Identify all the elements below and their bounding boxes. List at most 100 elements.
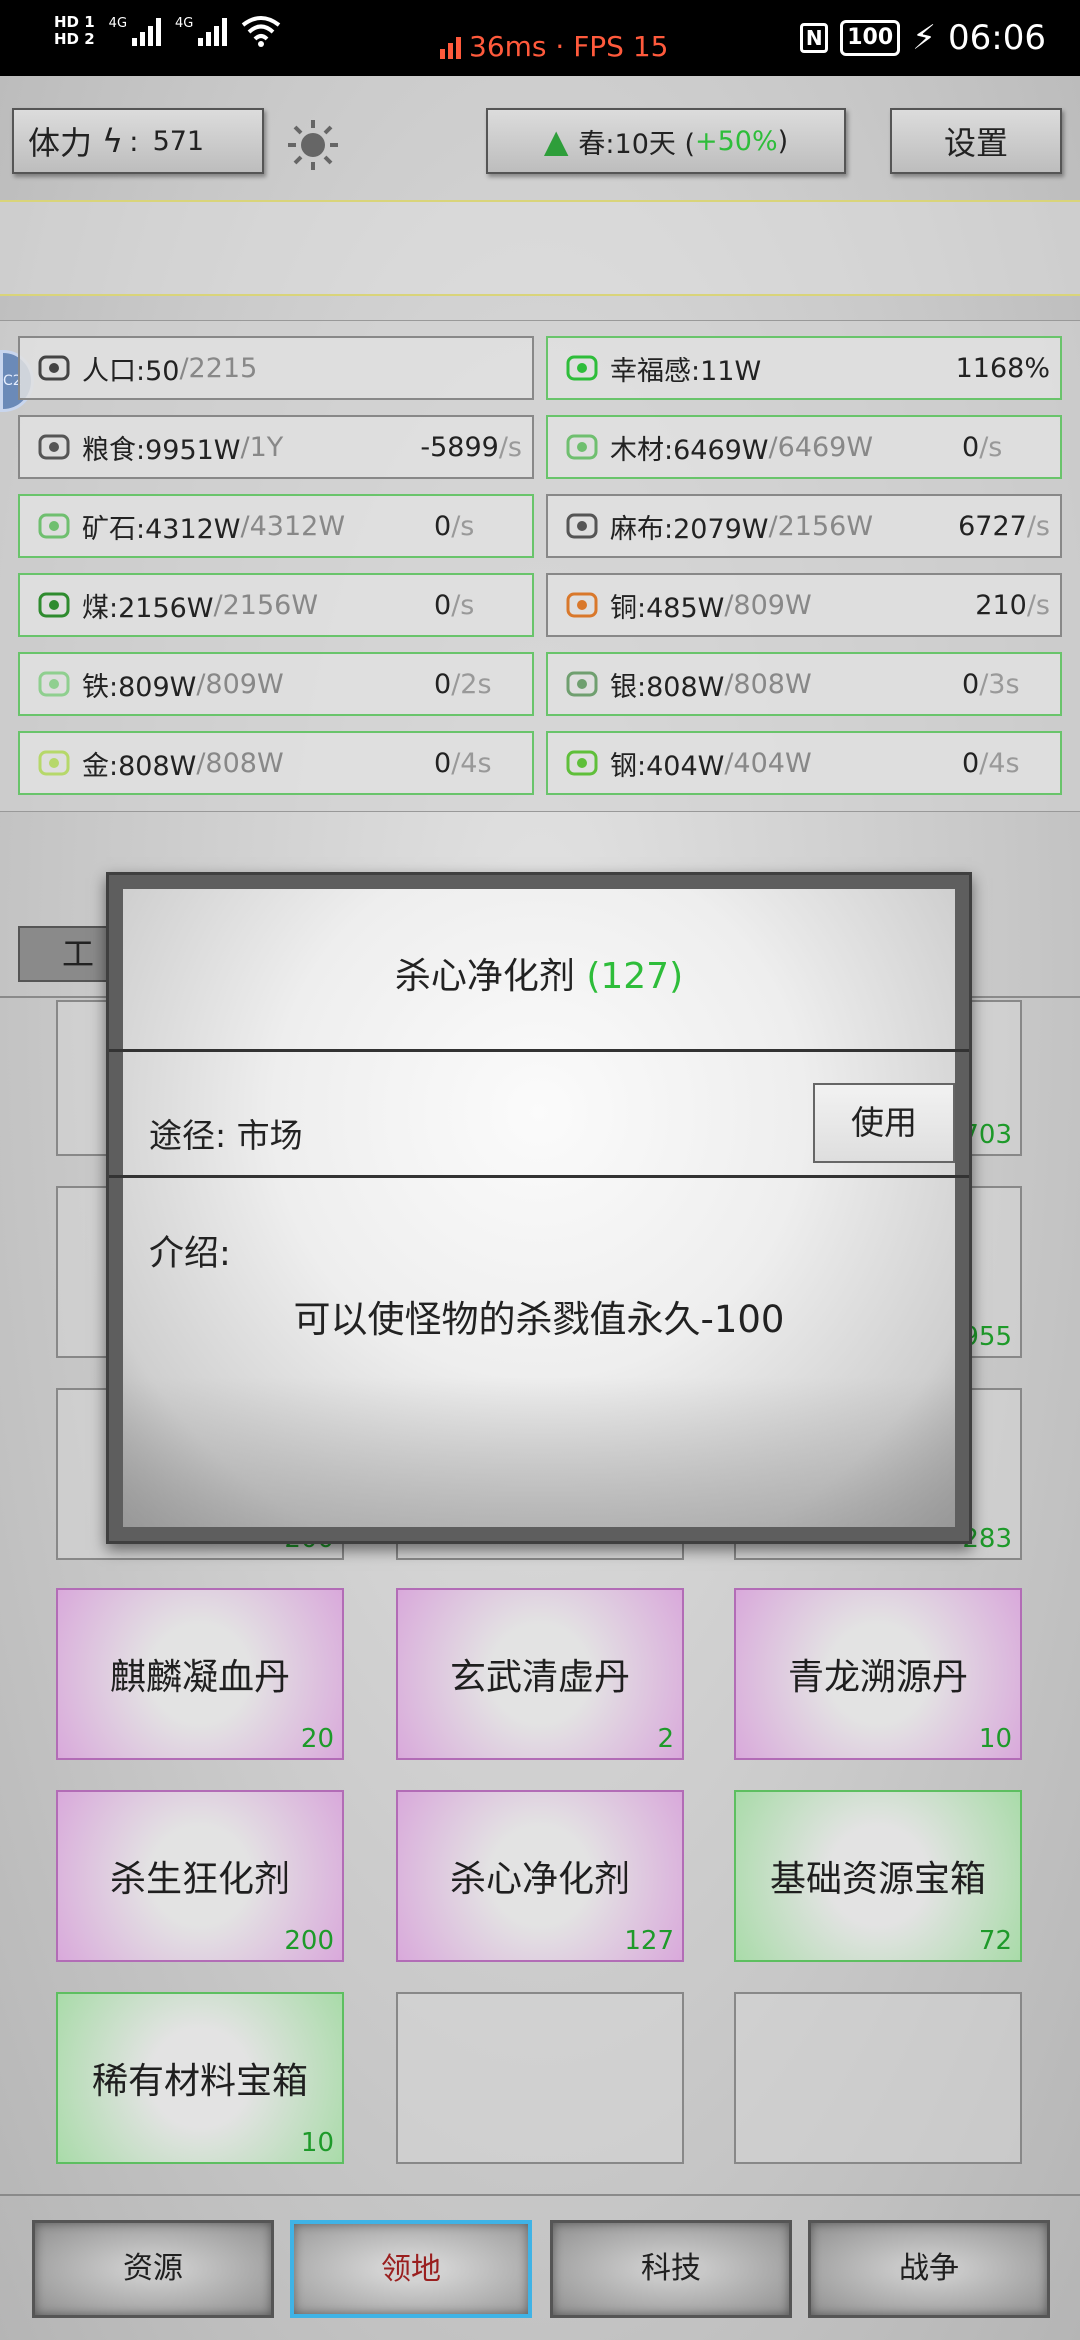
item-name: 杀心净化剂 — [449, 1859, 630, 1900]
item-count: 10 — [300, 2128, 334, 2158]
resource-capacity: /2215 — [179, 352, 258, 384]
resource-row[interactable]: 铜:485W/809W 210/s — [546, 573, 1062, 637]
resource-rate-value: 0 — [434, 589, 452, 621]
dialog-decoration — [123, 1377, 955, 1527]
item-cell[interactable]: 玄武清虚丹 2 — [396, 1588, 684, 1760]
item-name: 青龙溯源丹 — [787, 1657, 968, 1698]
resource-name: 矿石:4312W — [82, 513, 241, 545]
nfc-icon: N — [800, 23, 829, 53]
sim1-label: HD 1 — [54, 13, 95, 31]
resource-capacity: /1Y — [240, 431, 284, 463]
intro-text: 可以使怪物的杀戮值永久-100 — [293, 1298, 785, 1341]
item-count: 2 — [657, 1724, 674, 1754]
coal-icon — [34, 585, 74, 625]
resource-rate: 0/4s — [962, 748, 1020, 779]
season-box[interactable]: ▲ 春:10天 ( +50% ) — [486, 108, 846, 174]
battery-level: 100 — [847, 25, 894, 50]
tab-industry-label: 工 — [62, 935, 95, 973]
resource-row[interactable]: 人口:50/2215 — [18, 336, 534, 400]
resource-row[interactable]: 幸福感:11W 1168% — [546, 336, 1062, 400]
item-cell[interactable]: 杀心净化剂 127 — [396, 1790, 684, 1962]
resource-capacity: /809W — [724, 589, 812, 621]
performance-bars-icon — [440, 35, 461, 59]
people-icon — [34, 348, 74, 388]
silver-icon — [562, 664, 602, 704]
resource-name: 铁:809W — [82, 671, 197, 703]
resource-rate-unit: /s — [451, 589, 475, 621]
settings-label: 设置 — [943, 124, 1008, 162]
use-button[interactable]: 使用 — [813, 1083, 955, 1163]
item-cell-empty[interactable] — [396, 1992, 684, 2164]
resource-capacity: /4312W — [240, 510, 346, 542]
resource-rate-value: 0 — [434, 747, 452, 779]
resource-row[interactable]: 矿石:4312W/4312W 0/s — [18, 494, 534, 558]
item-count: 72 — [978, 1926, 1012, 1956]
resource-row[interactable]: 木材:6469W/6469W 0/s — [546, 415, 1062, 479]
dialog-item-name: 杀心净化剂 — [394, 956, 587, 997]
season-text: 春:10天 ( — [578, 128, 695, 160]
settings-button[interactable]: 设置 — [890, 108, 1062, 174]
item-detail-dialog: 杀心净化剂 (127) 途径: 市场 使用 介绍: 可以使怪物的杀戮值永久-10… — [106, 872, 972, 1544]
resource-rate: 0/4s — [434, 748, 492, 779]
dialog-source: 途径: 市场 — [149, 1116, 303, 1155]
resource-rate-unit: /s — [451, 510, 475, 542]
resource-row[interactable]: 铁:809W/809W 0/2s — [18, 652, 534, 716]
resource-row[interactable]: 煤:2156W/2156W 0/s — [18, 573, 534, 637]
dialog-divider — [109, 1175, 969, 1178]
item-cell[interactable]: 青龙溯源丹 10 — [734, 1588, 1022, 1760]
item-name: 麒麟凝血丹 — [109, 1657, 290, 1698]
resource-rate-value: 210 — [975, 589, 1027, 621]
copper-icon — [562, 585, 602, 625]
nav-war-button[interactable]: 战争 — [808, 2220, 1050, 2318]
resource-rate: 6727/s — [958, 511, 1050, 542]
wood-icon — [562, 427, 602, 467]
resource-rate-unit: /s — [1026, 510, 1050, 542]
resource-capacity: /808W — [724, 668, 812, 700]
resource-name: 铜:485W — [610, 592, 725, 624]
item-name: 基础资源宝箱 — [769, 1859, 986, 1900]
nav-tech-button[interactable]: 科技 — [550, 2220, 792, 2318]
resource-rate-unit: /3s — [979, 668, 1020, 700]
item-cell[interactable]: 基础资源宝箱 72 — [734, 1790, 1022, 1962]
item-cell[interactable]: 杀生狂化剂 200 — [56, 1790, 344, 1962]
resource-rate-unit: /2s — [451, 668, 492, 700]
sun-icon — [288, 120, 338, 170]
resource-name: 煤:2156W — [82, 592, 214, 624]
ore-icon — [34, 506, 74, 546]
resource-name: 人口:50 — [82, 355, 180, 387]
nav-resources-button[interactable]: 资源 — [32, 2220, 274, 2318]
resource-rate-unit: /s — [979, 431, 1003, 463]
resource-row[interactable]: 银:808W/808W 0/3s — [546, 652, 1062, 716]
item-count: 10 — [978, 1724, 1012, 1754]
resource-name: 银:808W — [610, 671, 725, 703]
item-count: 127 — [624, 1926, 674, 1956]
resource-row[interactable]: 麻布:2079W/2156W 6727/s — [546, 494, 1062, 558]
resource-rate: 0/s — [434, 511, 474, 542]
resource-rate: 0/s — [962, 432, 1002, 463]
nav-territory-button[interactable]: 领地 — [290, 2220, 532, 2318]
item-cell[interactable]: 稀有材料宝箱 10 — [56, 1992, 344, 2164]
lightning-icon: ϟ — [102, 122, 124, 160]
resource-rate-value: 0 — [434, 510, 452, 542]
smile-icon — [562, 348, 602, 388]
resource-row[interactable]: 钢:404W/404W 0/4s — [546, 731, 1062, 795]
resource-name: 幸福感:11W — [610, 355, 762, 387]
item-name: 玄武清虚丹 — [449, 1657, 630, 1698]
tree-icon: ▲ — [543, 122, 569, 160]
item-cell-empty[interactable] — [734, 1992, 1022, 2164]
stamina-box[interactable]: 体力 ϟ : 571 — [12, 108, 264, 174]
cloth-icon — [562, 506, 602, 546]
resource-name: 木材:6469W — [610, 434, 769, 466]
resource-capacity: /404W — [724, 747, 812, 779]
resource-rate: 0/3s — [962, 669, 1020, 700]
resource-row[interactable]: 粮食:9951W/1Y -5899/s — [18, 415, 534, 479]
resource-rate-value: 0 — [962, 668, 980, 700]
resource-name: 麻布:2079W — [610, 513, 769, 545]
gold-icon — [34, 743, 74, 783]
resource-row[interactable]: 金:808W/808W 0/4s — [18, 731, 534, 795]
resource-rate: 1168% — [956, 353, 1050, 384]
item-cell[interactable]: 麒麟凝血丹 20 — [56, 1588, 344, 1760]
stamina-separator: : — [129, 124, 139, 158]
event-banner — [0, 200, 1080, 296]
wifi-icon — [242, 16, 281, 47]
